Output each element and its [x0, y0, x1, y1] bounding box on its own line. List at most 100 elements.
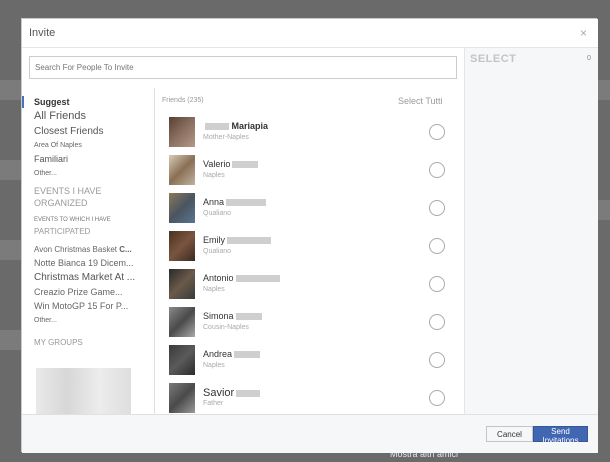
- cancel-button[interactable]: Cancel: [486, 426, 533, 442]
- selection-title: SELECT: [470, 53, 517, 65]
- select-radio[interactable]: [429, 238, 445, 254]
- selection-count: 0: [587, 55, 591, 62]
- background-block: [0, 330, 21, 350]
- friend-row[interactable]: Antonio Naples: [156, 267, 464, 305]
- blurred-name: [226, 199, 267, 207]
- section-events-organized: EVENTS I HAVE: [34, 186, 102, 196]
- friend-name-text: Antonio: [203, 273, 234, 283]
- background-block: [0, 80, 21, 100]
- avatar: [169, 383, 195, 413]
- friend-row[interactable]: Mariapia Mother-Naples: [156, 115, 464, 153]
- section-my-groups: MY GROUPS: [34, 338, 83, 347]
- select-radio[interactable]: [429, 314, 445, 330]
- friend-name: Savior: [203, 387, 261, 399]
- category-other[interactable]: Other...: [34, 317, 57, 324]
- avatar: [169, 269, 195, 299]
- friend-name-text: Emily: [203, 235, 225, 245]
- friend-name-text: Simona: [203, 311, 234, 321]
- friends-count: Friends (235): [162, 97, 204, 104]
- friend-name: Anna: [203, 197, 267, 207]
- category-closest-friends[interactable]: Closest Friends: [34, 126, 103, 137]
- section-events-organized-line2: ORGANIZED: [34, 198, 88, 208]
- avatar: [169, 231, 195, 261]
- friend-row[interactable]: Valerio Naples: [156, 153, 464, 191]
- select-radio[interactable]: [429, 352, 445, 368]
- dialog-header: Invite ×: [22, 19, 598, 48]
- category-sidebar: Suggest All Friends Closest Friends Area…: [22, 88, 155, 414]
- dialog-footer: Cancel Send Invitations: [22, 414, 598, 453]
- friend-row[interactable]: Savior Father: [156, 381, 464, 414]
- friend-name-text: Andrea: [203, 349, 233, 359]
- category-suggest[interactable]: Suggest: [34, 97, 70, 107]
- friend-row[interactable]: Anna Qualiano: [156, 191, 464, 229]
- blurred-name: [205, 123, 229, 131]
- event-item[interactable]: Christmas Market At ...: [34, 272, 135, 283]
- select-radio[interactable]: [429, 124, 445, 140]
- friend-name-text: Anna: [203, 197, 225, 207]
- friend-row[interactable]: Emily Qualiano: [156, 229, 464, 267]
- friend-list: Friends (235) Select Tutti Mariapia Moth…: [156, 88, 464, 414]
- background-block: [597, 80, 610, 100]
- blurred-name: [235, 313, 262, 321]
- blurred-name: [235, 275, 280, 283]
- friend-name: Valerio: [203, 159, 259, 169]
- close-icon[interactable]: ×: [580, 26, 587, 40]
- friend-name: Emily: [203, 235, 271, 245]
- avatar: [169, 155, 195, 185]
- select-radio[interactable]: [429, 276, 445, 292]
- avatar: [169, 307, 195, 337]
- friend-name: Andrea: [203, 349, 261, 359]
- section-events-participated: EVENTS TO WHICH I HAVE: [34, 217, 111, 223]
- category-area[interactable]: Area Of Naples: [34, 142, 82, 149]
- event-item[interactable]: Creazio Prize Game...: [34, 287, 123, 297]
- category-family[interactable]: Familiari: [34, 154, 68, 164]
- selected-category-marker: [22, 96, 24, 108]
- blurred-name: [232, 161, 259, 169]
- selection-panel: SELECT 0: [464, 48, 598, 414]
- select-radio[interactable]: [429, 162, 445, 178]
- blurred-name: [234, 351, 261, 359]
- dialog-title: Invite: [29, 27, 56, 39]
- event-item-label: Avon Christmas Basket: [34, 245, 117, 254]
- friend-name: Simona: [203, 311, 262, 321]
- friend-subtitle: Qualiano: [203, 210, 232, 217]
- event-item[interactable]: Win MotoGP 15 For P...: [34, 301, 128, 311]
- avatar: [169, 193, 195, 223]
- invite-dialog: Invite × Suggest All Friends Closest Fri…: [21, 18, 598, 453]
- friend-subtitle: Naples: [203, 172, 225, 179]
- friend-row[interactable]: Andrea Naples: [156, 343, 464, 381]
- friend-name-text: Mariapia: [231, 121, 269, 131]
- search-input[interactable]: [30, 57, 456, 78]
- send-invitations-button[interactable]: Send Invitations: [533, 426, 588, 445]
- section-events-participated-line2: PARTICIPATED: [34, 227, 91, 236]
- category-other[interactable]: Other...: [34, 170, 57, 177]
- blurred-name: [227, 237, 271, 245]
- event-item[interactable]: Avon Christmas Basket C...: [34, 245, 132, 254]
- select-radio[interactable]: [429, 390, 445, 406]
- friend-subtitle: Naples: [203, 362, 225, 369]
- avatar: [169, 117, 195, 147]
- event-item-suffix: C...: [119, 245, 132, 254]
- blurred-groups: [36, 368, 131, 414]
- event-item[interactable]: Notte Bianca 19 Dicem...: [34, 258, 134, 268]
- friend-name: Mariapia: [203, 121, 268, 131]
- background-block: [597, 200, 610, 220]
- friend-subtitle: Naples: [203, 286, 225, 293]
- blurred-name: [236, 389, 261, 397]
- search-field[interactable]: [29, 56, 457, 79]
- select-radio[interactable]: [429, 200, 445, 216]
- friend-subtitle: Mother-Naples: [203, 134, 249, 141]
- friend-subtitle: Father: [203, 400, 224, 407]
- friend-name-text: Savior: [203, 387, 235, 399]
- select-all-button[interactable]: Select Tutti: [398, 96, 443, 106]
- friend-subtitle: Cousin-Naples: [203, 324, 249, 331]
- category-all-friends[interactable]: All Friends: [34, 110, 86, 122]
- friend-subtitle: Qualiano: [203, 248, 232, 255]
- invite-left-pane: Suggest All Friends Closest Friends Area…: [22, 48, 464, 414]
- background-block: [0, 240, 21, 260]
- background-block: [0, 160, 21, 180]
- friend-name: Antonio: [203, 273, 280, 283]
- avatar: [169, 345, 195, 375]
- friend-row[interactable]: Simona Cousin-Naples: [156, 305, 464, 343]
- friend-name-text: Valerio: [203, 159, 231, 169]
